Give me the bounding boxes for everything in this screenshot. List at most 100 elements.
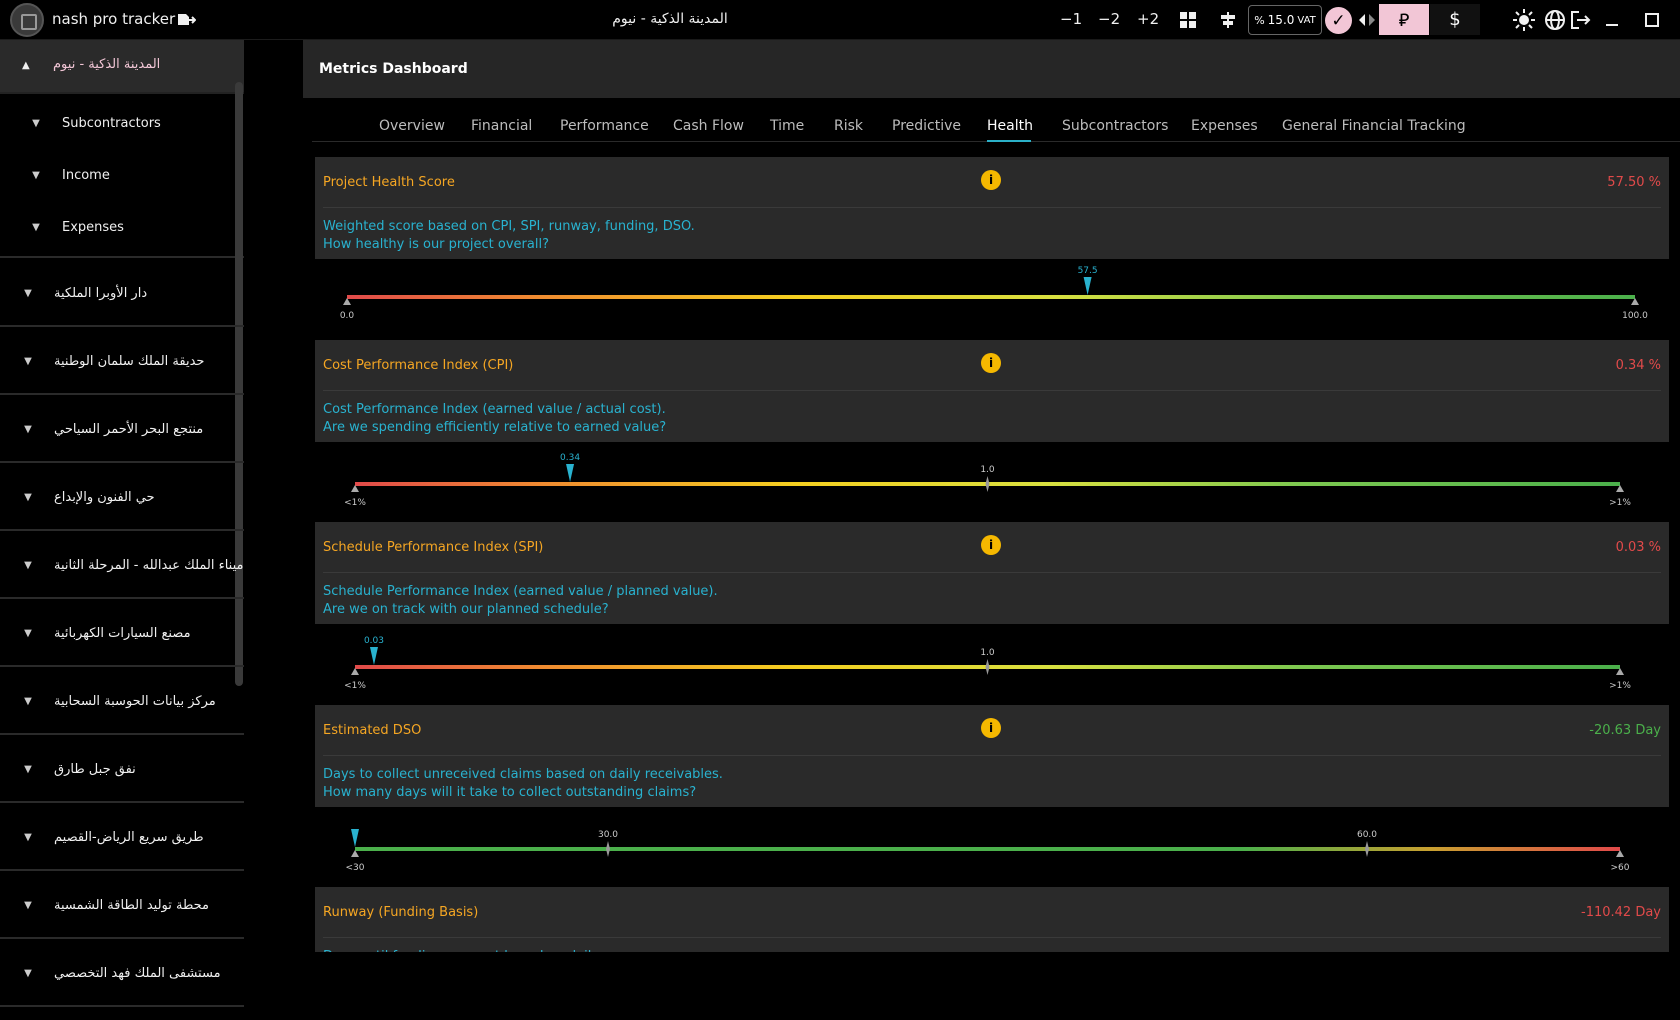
metric-description: Days until funding runs out based on dai… xyxy=(323,948,675,952)
logout-icon[interactable] xyxy=(1568,8,1592,32)
sidebar-project-item[interactable]: ▼ نفق جبل طارق xyxy=(0,744,244,794)
gauge-bar xyxy=(355,847,1620,851)
zoom-minus-1-button[interactable]: −1 xyxy=(1060,10,1082,28)
divider xyxy=(0,393,244,395)
metric-question-line: Are we on track with our planned schedul… xyxy=(323,602,609,617)
chevron-down-icon: ▼ xyxy=(24,491,32,503)
tab-general-financial-tracking[interactable]: General Financial Tracking xyxy=(1282,118,1466,134)
divider xyxy=(0,1005,244,1007)
sidebar-project-label: مستشفى الملك فهد التخصصي xyxy=(54,965,221,981)
gauge-tick-label: 30.0 xyxy=(598,830,618,840)
gauge-min-label: <1% xyxy=(344,498,366,508)
sidebar-project-item[interactable]: ▼ طريق سريع الرياض-القصيم xyxy=(0,812,244,862)
sidebar-project-label: نفق جبل طارق xyxy=(54,761,136,777)
gauge-tick xyxy=(985,476,990,492)
sidebar-project-item[interactable]: ▼ دار الأوبرا الملكية xyxy=(0,268,244,318)
sidebar-project-item[interactable]: ▼ حديقة الملك سلمان الوطنية xyxy=(0,336,244,386)
sidebar-subitem-label: Subcontractors xyxy=(62,115,161,131)
metric-card: Estimated DSO i -20.63 Day Days to collect … xyxy=(315,705,1669,807)
maximize-icon[interactable] xyxy=(1640,8,1664,32)
health-gauge: <1% >1% 1.0 0.34 xyxy=(315,442,1669,512)
sidebar-project-item[interactable]: ▼ مستشفى الملك فهد التخصصي xyxy=(0,948,244,998)
currency-sar-button[interactable]: ⃁ xyxy=(1379,4,1429,35)
metric-card: Runway (Funding Basis) -110.42 Day Days un… xyxy=(315,887,1669,952)
globe-icon[interactable] xyxy=(1543,8,1567,32)
gauge-tick xyxy=(1365,841,1369,857)
gauge-min-cap xyxy=(351,668,359,675)
gauge-marker-label: 57.5 xyxy=(1078,266,1098,276)
divider xyxy=(323,937,1661,938)
minimize-icon[interactable] xyxy=(1600,8,1624,32)
tab-financial[interactable]: Financial xyxy=(471,118,532,134)
chevron-down-icon: ▼ xyxy=(32,117,40,129)
tab-risk[interactable]: Risk xyxy=(834,118,863,134)
sidebar-project-item[interactable]: ▼ محطة توليد الطاقة الشمسية xyxy=(0,880,244,930)
check-icon[interactable]: ✓ xyxy=(1325,7,1352,34)
info-icon[interactable]: i xyxy=(981,535,1001,555)
divider xyxy=(0,92,244,94)
sidebar-project-item[interactable]: ▼ حي الفنون والإبداع xyxy=(0,472,244,522)
metric-card: Cost Performance Index (CPI) i 0.34 % Cost … xyxy=(315,340,1669,442)
tab-predictive[interactable]: Predictive xyxy=(892,118,961,134)
grid-icon[interactable] xyxy=(1176,8,1200,32)
divider xyxy=(323,572,1661,573)
sidebar-subitem-subcontractors[interactable]: ▼ Subcontractors xyxy=(0,98,244,148)
compare-icon[interactable] xyxy=(1216,8,1240,32)
sidebar-project-item[interactable]: ▼ مركز بيانات الحوسبة السحابية xyxy=(0,676,244,726)
chevron-down-icon: ▼ xyxy=(24,763,32,775)
sidebar-subitem-expenses[interactable]: ▼ Expenses xyxy=(0,202,244,252)
sidebar-item-active-project[interactable]: ▲ المدينة الذكية - نيوم xyxy=(0,40,244,92)
gauge-min-label: 0.0 xyxy=(340,311,355,321)
divider xyxy=(0,869,244,871)
metric-card: Project Health Score i 57.50 % Weighted sco… xyxy=(315,157,1669,259)
zoom-minus-2-button[interactable]: −2 xyxy=(1098,10,1120,28)
tab-subcontractors[interactable]: Subcontractors xyxy=(1062,118,1168,134)
metric-title: Runway (Funding Basis) xyxy=(323,905,479,920)
divider xyxy=(323,390,1661,391)
health-gauge: <30 >60 30.0 60.0 xyxy=(315,807,1669,877)
sidebar-subitem-label: Expenses xyxy=(62,219,124,235)
tab-overview[interactable]: Overview xyxy=(379,118,445,134)
metric-description-line: Weighted score based on CPI, SPI, runway… xyxy=(323,219,695,234)
tab-cash-flow[interactable]: Cash Flow xyxy=(673,118,744,134)
metric-card: Schedule Performance Index (SPI) i 0.03 % S… xyxy=(315,522,1669,624)
sidebar-subitem-income[interactable]: ▼ Income xyxy=(0,150,244,200)
main-panel: Metrics Dashboard Overview Financial Per… xyxy=(300,40,1680,1020)
info-icon[interactable]: i xyxy=(981,170,1001,190)
gauge-svg: <1% >1% 1.0 0.03 xyxy=(344,636,1631,691)
tab-bar: Overview Financial Performance Cash Flow… xyxy=(312,98,1680,142)
divider xyxy=(0,529,244,531)
metric-description-line: Days until funding runs out based on dai… xyxy=(323,948,675,952)
tab-expenses[interactable]: Expenses xyxy=(1191,118,1258,134)
sidebar-project-item[interactable]: ▼ ميناء الملك عبدالله - المرحلة الثانية xyxy=(0,540,244,590)
metric-value: 57.50 % xyxy=(1607,175,1661,190)
gauge-marker xyxy=(351,829,359,847)
sun-icon[interactable] xyxy=(1512,8,1536,32)
info-icon[interactable]: i xyxy=(981,353,1001,373)
gauge-bar xyxy=(347,295,1635,299)
zoom-plus-2-button[interactable]: +2 xyxy=(1137,10,1159,28)
vat-percent-sign: % xyxy=(1254,13,1265,27)
currency-usd-button[interactable]: $ xyxy=(1430,4,1480,35)
tab-health[interactable]: Health xyxy=(987,118,1033,134)
gauge-svg: <1% >1% 1.0 0.34 xyxy=(344,453,1631,508)
metric-description-line: Days to collect unreceived claims based … xyxy=(323,767,723,782)
divider xyxy=(0,597,244,599)
sidebar-project-item[interactable]: ▼ مصنع السيارات الكهربائية xyxy=(0,608,244,658)
divider xyxy=(0,665,244,667)
vat-field[interactable]: % 15.0 VAT xyxy=(1248,5,1322,35)
divider xyxy=(323,755,1661,756)
arrows-icon[interactable] xyxy=(1355,8,1379,32)
tab-time[interactable]: Time xyxy=(770,118,804,134)
metric-description: Weighted score based on CPI, SPI, runway… xyxy=(323,218,695,254)
gauge-svg: <30 >60 30.0 60.0 xyxy=(346,829,1630,873)
sidebar-project-item[interactable]: ▼ منتجع البحر الأحمر السياحي xyxy=(0,404,244,454)
gauge-marker-label: 0.03 xyxy=(364,636,384,646)
info-icon[interactable]: i xyxy=(981,718,1001,738)
gauge-max-cap xyxy=(1616,668,1624,675)
gauge-min-cap xyxy=(343,298,351,305)
tab-performance[interactable]: Performance xyxy=(560,118,649,134)
divider xyxy=(0,325,244,327)
health-gauge: <1% >1% 1.0 0.03 xyxy=(315,625,1669,695)
gauge-marker xyxy=(369,647,378,665)
